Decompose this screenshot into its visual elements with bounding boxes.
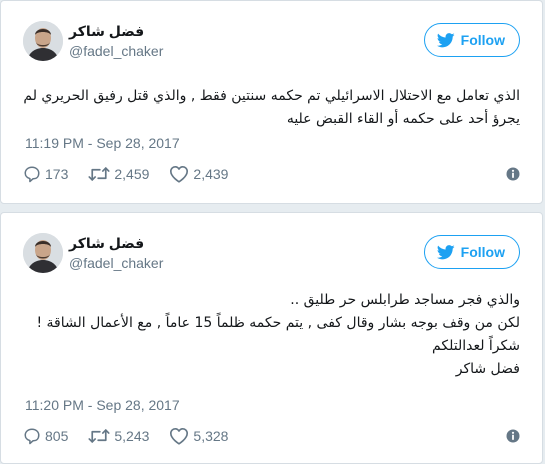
like-action[interactable]: 2,439 xyxy=(169,165,228,183)
twitter-bird-icon xyxy=(436,32,455,47)
tweet-text-line: فضل شاكر xyxy=(455,361,520,377)
tweet-text-line: يجرؤ أحد على حكمه أو القاء القبض عليه xyxy=(286,111,520,127)
retweet-icon xyxy=(88,429,110,443)
retweet-action[interactable]: 5,243 xyxy=(88,427,149,445)
like-action[interactable]: 5,328 xyxy=(169,427,228,445)
reply-action[interactable]: 805 xyxy=(23,427,68,445)
tweet-text-line: شكراً لعدالتلكم xyxy=(432,338,520,354)
action-bar: 173 2,459 2,439 xyxy=(23,162,520,186)
retweet-action[interactable]: 2,459 xyxy=(88,165,149,183)
tweet-text-line: الذي تعامل مع الاحتلال الاسرائيلي تم حكم… xyxy=(23,88,520,104)
tweet-text: الذي تعامل مع الاحتلال الاسرائيلي تم حكم… xyxy=(23,85,520,131)
tweet-card[interactable]: فضل شاكر @fadel_chaker Follow والذي فجر … xyxy=(0,212,543,464)
info-icon xyxy=(506,167,520,181)
reply-icon xyxy=(24,428,40,445)
user-handle[interactable]: @fadel_chaker xyxy=(69,43,163,59)
avatar-image xyxy=(23,21,63,61)
retweet-icon xyxy=(88,167,110,181)
like-count: 2,439 xyxy=(193,166,229,182)
heart-icon xyxy=(170,427,189,445)
retweet-count: 5,243 xyxy=(114,428,150,444)
action-bar: 805 5,243 5,328 xyxy=(23,424,520,448)
info-button[interactable] xyxy=(506,167,520,181)
tweet-text-line: والذي فجر مساجد طرابلس حر طليق .. xyxy=(290,292,520,308)
retweet-count: 2,459 xyxy=(114,166,150,182)
twitter-bird-icon xyxy=(436,244,455,259)
timestamp[interactable]: 11:20 PM - Sep 28, 2017 xyxy=(25,397,180,413)
follow-button[interactable]: Follow xyxy=(423,235,520,269)
display-name[interactable]: فضل شاكر xyxy=(69,23,144,40)
reply-count: 173 xyxy=(45,166,69,182)
tweet-card[interactable]: فضل شاكر @fadel_chaker Follow الذي تعامل… xyxy=(0,0,543,204)
display-name[interactable]: فضل شاكر xyxy=(69,235,144,252)
reply-count: 805 xyxy=(45,428,69,444)
info-icon xyxy=(506,429,520,443)
avatar[interactable] xyxy=(23,21,63,61)
like-count: 5,328 xyxy=(193,428,229,444)
avatar-image xyxy=(23,233,63,273)
reply-action[interactable]: 173 xyxy=(23,165,68,183)
follow-label: Follow xyxy=(460,32,505,48)
tweet-text-line: لكن من وقف بوجه بشار وقال كفى , يتم حكمه… xyxy=(36,315,520,331)
timestamp[interactable]: 11:19 PM - Sep 28, 2017 xyxy=(25,135,180,151)
user-handle[interactable]: @fadel_chaker xyxy=(69,255,163,271)
tweet-text: والذي فجر مساجد طرابلس حر طليق .. لكن من… xyxy=(23,289,520,381)
heart-icon xyxy=(170,165,189,183)
follow-label: Follow xyxy=(460,244,505,260)
follow-button[interactable]: Follow xyxy=(423,23,520,57)
reply-icon xyxy=(24,166,40,183)
avatar[interactable] xyxy=(23,233,63,273)
info-button[interactable] xyxy=(506,429,520,443)
